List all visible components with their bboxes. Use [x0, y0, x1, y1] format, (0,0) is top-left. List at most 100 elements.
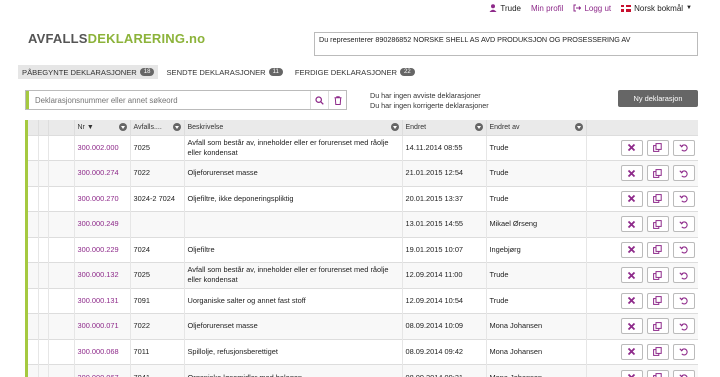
filter-icon[interactable] — [474, 123, 483, 132]
table-row[interactable]: 300.000.270 3024-2 7024 Oljefiltre, ikke d… — [28, 185, 698, 212]
header-label: Endret av — [489, 123, 520, 131]
top-user-bar: Trude Min profil Logg ut Norsk bokmål ▼ — [0, 0, 720, 16]
column-header-endret[interactable]: Endret — [402, 120, 487, 135]
undo-button[interactable] — [672, 369, 695, 377]
undo-button[interactable] — [672, 343, 695, 360]
undo-button[interactable] — [672, 267, 695, 284]
tab-sent[interactable]: SENDTE DEKLARASJONER 11 — [162, 65, 286, 79]
undo-button[interactable] — [672, 139, 695, 156]
filter-icon[interactable] — [172, 123, 181, 132]
delete-button[interactable] — [620, 190, 643, 207]
changed-date: 20.01.2015 13:37 — [402, 185, 487, 212]
delete-button[interactable] — [620, 139, 643, 156]
undo-button[interactable] — [672, 190, 695, 207]
delete-button[interactable] — [620, 216, 643, 233]
changed-date: 08.09.2014 09:42 — [402, 338, 487, 365]
copy-button[interactable] — [646, 190, 669, 207]
undo-button[interactable] — [672, 292, 695, 309]
changed-by: Mikael Ørseng — [486, 211, 587, 237]
copy-button[interactable] — [646, 318, 669, 335]
filter-icon[interactable] — [118, 123, 127, 132]
copy-button[interactable] — [646, 292, 669, 309]
status-notes: Du har ingen avviste deklarasjoner Du ha… — [370, 91, 489, 111]
undo-button[interactable] — [672, 318, 695, 335]
table-row[interactable]: 300.000.249 13.01.2015 14:55 Mikael Ørseng — [28, 211, 698, 237]
copy-button[interactable] — [646, 241, 669, 258]
waste-code: 7024 — [130, 236, 185, 263]
delete-button[interactable] — [620, 343, 643, 360]
column-header-beskrivelse[interactable]: Beskrivelse — [184, 120, 403, 135]
copy-button[interactable] — [646, 216, 669, 233]
delete-button[interactable] — [620, 165, 643, 182]
clear-search-button[interactable] — [328, 91, 346, 109]
declaration-number-link[interactable]: 300.000.132 — [74, 262, 131, 288]
site-logo[interactable]: AVFALLSDEKLARERING.no — [28, 31, 205, 46]
table-row[interactable]: 300.000.229 7024 Oljefiltre 19.01.2015 10:0… — [28, 236, 698, 263]
delete-button[interactable] — [620, 241, 643, 258]
table-row[interactable]: 300.002.000 7025 Avfall som består av, inn… — [28, 134, 698, 161]
delete-button[interactable] — [620, 267, 643, 284]
search-input[interactable] — [29, 95, 310, 105]
tab-finished[interactable]: FERDIGE DEKLARASJONER 22 — [291, 65, 419, 79]
tab-label: PÅBEGYNTE DEKLARASJONER — [22, 67, 137, 77]
language-selector[interactable]: Norsk bokmål ▼ — [621, 4, 692, 13]
declaration-number-link[interactable]: 300.000.270 — [74, 185, 131, 212]
row-actions — [586, 134, 698, 161]
tab-started[interactable]: PÅBEGYNTE DEKLARASJONER 18 — [18, 65, 159, 79]
row-actions — [586, 287, 698, 314]
column-header-endret-av[interactable]: Endret av — [486, 120, 587, 135]
copy-button[interactable] — [646, 165, 669, 182]
copy-icon — [653, 219, 662, 229]
copy-button[interactable] — [646, 267, 669, 284]
new-declaration-button[interactable]: Ny deklarasjon — [618, 90, 698, 107]
copy-button[interactable] — [646, 369, 669, 377]
logout-link[interactable]: Logg ut — [573, 4, 611, 13]
tab-label: FERDIGE DEKLARASJONER — [294, 67, 398, 77]
changed-by: Trude — [486, 262, 587, 288]
undo-button[interactable] — [672, 216, 695, 233]
row-actions — [586, 211, 698, 237]
table-header-row: Nr ▼ Avfalls.... Beskrivelse Endret Endr… — [28, 120, 698, 135]
declaration-number-link[interactable]: 300.000.071 — [74, 313, 131, 339]
table-row[interactable]: 300.000.071 7022 Oljeforurenset masse 08.09… — [28, 313, 698, 339]
row-actions — [586, 185, 698, 212]
declaration-number-link[interactable]: 300.000.274 — [74, 160, 131, 186]
declarations-table: Nr ▼ Avfalls.... Beskrivelse Endret Endr… — [28, 120, 698, 377]
table-row[interactable]: 300.000.274 7022 Oljeforurenset masse 21.01… — [28, 160, 698, 186]
delete-button[interactable] — [620, 369, 643, 377]
copy-icon — [653, 373, 662, 377]
description: Oljeforurenset masse — [184, 313, 403, 339]
table-row[interactable]: 300.000.131 7091 Uorganiske salter og anne… — [28, 287, 698, 314]
column-header-nr[interactable]: Nr ▼ — [74, 120, 131, 135]
declaration-number-link[interactable]: 300.000.067 — [74, 364, 131, 377]
filter-icon[interactable] — [390, 123, 399, 132]
copy-button[interactable] — [646, 343, 669, 360]
undo-button[interactable] — [672, 165, 695, 182]
undo-icon — [679, 245, 688, 254]
declaration-number-link[interactable]: 300.000.131 — [74, 287, 131, 314]
filter-icon[interactable] — [574, 123, 583, 132]
representing-organization[interactable]: Du representerer 890286852 NORSKE SHELL … — [314, 32, 698, 56]
table-row[interactable]: 300.000.067 7041 Organiske løsemidler med … — [28, 364, 698, 377]
table-row[interactable]: 300.000.132 7025 Avfall som består av, inn… — [28, 262, 698, 288]
declaration-number-link[interactable]: 300.002.000 — [74, 134, 131, 161]
count-badge: 22 — [400, 68, 415, 76]
x-icon — [627, 169, 636, 178]
column-header-avfall[interactable]: Avfalls.... — [130, 120, 185, 135]
undo-icon — [679, 373, 688, 377]
table-row[interactable]: 300.000.068 7011 Spillolje, refusjonsberet… — [28, 338, 698, 365]
x-icon — [627, 322, 636, 331]
search-button[interactable] — [310, 91, 328, 109]
chevron-down-icon: ▼ — [686, 5, 692, 11]
declaration-number-link[interactable]: 300.000.068 — [74, 338, 131, 365]
declaration-number-link[interactable]: 300.000.229 — [74, 236, 131, 263]
copy-button[interactable] — [646, 139, 669, 156]
undo-button[interactable] — [672, 241, 695, 258]
delete-button[interactable] — [620, 318, 643, 335]
declaration-number-link[interactable]: 300.000.249 — [74, 211, 131, 237]
delete-button[interactable] — [620, 292, 643, 309]
description: Spillolje, refusjonsberettiget — [184, 338, 403, 365]
header-label: Beskrivelse — [187, 123, 224, 131]
user-menu[interactable]: Trude — [489, 4, 521, 13]
profile-link[interactable]: Min profil — [531, 4, 563, 13]
